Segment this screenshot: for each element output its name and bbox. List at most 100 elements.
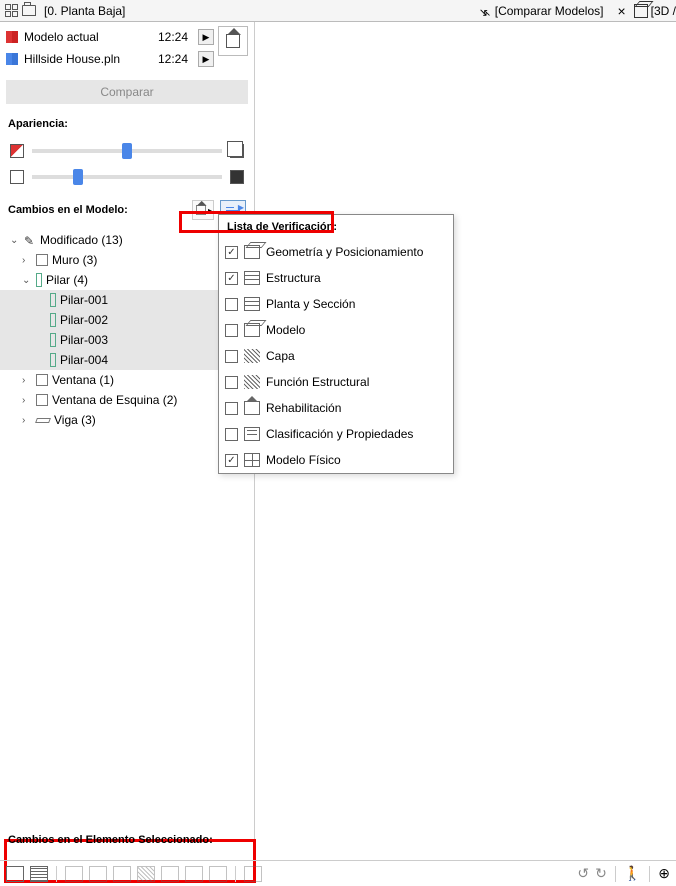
bb-icon-3[interactable] (65, 866, 83, 882)
pilar-icon (50, 333, 56, 347)
checklist-item[interactable]: Rehabilitación (219, 395, 453, 421)
element-icon (36, 374, 48, 386)
slider-end-icon (230, 144, 244, 158)
checklist-label: Capa (266, 349, 295, 363)
checklist-label: Clasificación y Propiedades (266, 427, 413, 441)
compare-icon (479, 5, 491, 17)
checkbox-icon[interactable] (225, 324, 238, 337)
checkbox-icon[interactable] (225, 402, 238, 415)
slider-start-icon (10, 144, 24, 158)
undo-icon[interactable]: ↺ (577, 865, 589, 882)
checkbox-icon[interactable] (225, 350, 238, 363)
pilar-icon (50, 353, 56, 367)
category-icon (244, 323, 260, 337)
arrow-button-other[interactable]: ▶ (198, 51, 214, 67)
category-icon (244, 271, 260, 285)
appearance-slider-2[interactable] (32, 175, 222, 179)
model-current-time: 12:24 (158, 30, 188, 44)
redo-icon[interactable]: ↻ (595, 865, 607, 882)
model-filter-button[interactable]: ▸ (192, 200, 214, 220)
category-icon (244, 375, 260, 389)
checkbox-icon[interactable]: ✓ (225, 272, 238, 285)
checkbox-icon[interactable] (225, 376, 238, 389)
model-color-other (6, 53, 18, 65)
checklist-label: Planta y Sección (266, 297, 355, 311)
checklist-item[interactable]: Función Estructural (219, 369, 453, 395)
appearance-label: Apariencia: (0, 110, 254, 134)
appearance-slider-1[interactable] (32, 149, 222, 153)
tree-item[interactable]: ›Ventana de Esquina (2) (0, 390, 254, 410)
bb-icon-5[interactable] (113, 866, 131, 882)
model-color-current (6, 31, 18, 43)
bb-icon-10[interactable] (244, 866, 262, 882)
model-current-name: Modelo actual (24, 30, 152, 44)
element-icon (36, 394, 48, 406)
checklist-label: Modelo (266, 323, 305, 337)
tab-plan[interactable]: [0. Planta Baja] (40, 4, 129, 18)
checklist-item[interactable]: ✓ Estructura (219, 265, 453, 291)
pencil-icon (24, 234, 36, 246)
tree-item[interactable]: ⌄Pilar (4) (0, 270, 254, 290)
category-icon (244, 401, 260, 415)
category-icon (244, 297, 260, 311)
bb-icon-7[interactable] (161, 866, 179, 882)
checklist-item[interactable]: Clasificación y Propiedades (219, 421, 453, 447)
tab-3d[interactable]: [3D / (651, 4, 676, 18)
category-icon (244, 349, 260, 363)
tree-item[interactable]: ›Viga (3) (0, 410, 254, 430)
zoom-in-icon[interactable]: ⊕ (658, 865, 670, 882)
checklist-label: Rehabilitación (266, 401, 341, 415)
category-icon (244, 427, 260, 441)
bb-icon-2[interactable] (30, 866, 48, 882)
beam-icon (35, 418, 51, 423)
checklist-popup: Lista de Verificación: ✓ Geometría y Posi… (218, 214, 454, 474)
pilar-icon (50, 313, 56, 327)
compare-button[interactable]: Comparar (6, 80, 248, 104)
checklist-title: Lista de Verificación: (219, 215, 453, 239)
pilar-icon (36, 273, 42, 287)
pilar-icon (50, 293, 56, 307)
checklist-item[interactable]: Modelo (219, 317, 453, 343)
bb-icon-9[interactable] (209, 866, 227, 882)
cube-3d-icon (634, 4, 648, 18)
slider-start-icon-2 (10, 170, 24, 184)
checkbox-icon[interactable]: ✓ (225, 454, 238, 467)
element-icon (36, 254, 48, 266)
checklist-item[interactable]: ✓ Modelo Físico (219, 447, 453, 473)
folder-icon (22, 5, 36, 16)
checklist-label: Geometría y Posicionamiento (266, 245, 423, 259)
tree-item[interactable]: ⌄Modificado (13) (0, 230, 254, 250)
checkbox-icon[interactable]: ✓ (225, 246, 238, 259)
tree-item[interactable]: ›Ventana (1) (0, 370, 254, 390)
tree-item[interactable]: Pilar-002 (0, 310, 254, 330)
slider-end-icon-2 (230, 170, 244, 184)
category-icon (244, 453, 260, 467)
bb-icon-6[interactable] (137, 866, 155, 882)
window-grid-icon[interactable] (2, 2, 20, 20)
checklist-label: Estructura (266, 271, 321, 285)
checkbox-icon[interactable] (225, 428, 238, 441)
checkbox-icon[interactable] (225, 298, 238, 311)
checklist-item[interactable]: ✓ Geometría y Posicionamiento (219, 239, 453, 265)
close-icon[interactable]: × (617, 3, 625, 19)
category-icon (244, 245, 260, 259)
bb-icon-4[interactable] (89, 866, 107, 882)
person-walk-icon[interactable]: 🚶 (624, 865, 641, 882)
checklist-item[interactable]: Planta y Sección (219, 291, 453, 317)
tree-item[interactable]: ›Muro (3) (0, 250, 254, 270)
tree-item[interactable]: Pilar-001 (0, 290, 254, 310)
element-changes-label: Cambios en el Elemento Seleccionado: (8, 834, 213, 846)
checklist-label: Función Estructural (266, 375, 369, 389)
model-other-name: Hillside House.pln (24, 52, 152, 66)
model-house-button[interactable] (218, 26, 248, 56)
checklist-item[interactable]: Capa (219, 343, 453, 369)
tree-item[interactable]: Pilar-004 (0, 350, 254, 370)
changes-in-model-label: Cambios en el Modelo: (8, 204, 186, 216)
model-other-time: 12:24 (158, 52, 188, 66)
checklist-label: Modelo Físico (266, 453, 341, 467)
tree-item[interactable]: Pilar-003 (0, 330, 254, 350)
bb-icon-8[interactable] (185, 866, 203, 882)
bb-icon-1[interactable] (6, 866, 24, 882)
tab-compare[interactable]: [Comparar Modelos] (495, 4, 604, 18)
arrow-button-current[interactable]: ▶ (198, 29, 214, 45)
